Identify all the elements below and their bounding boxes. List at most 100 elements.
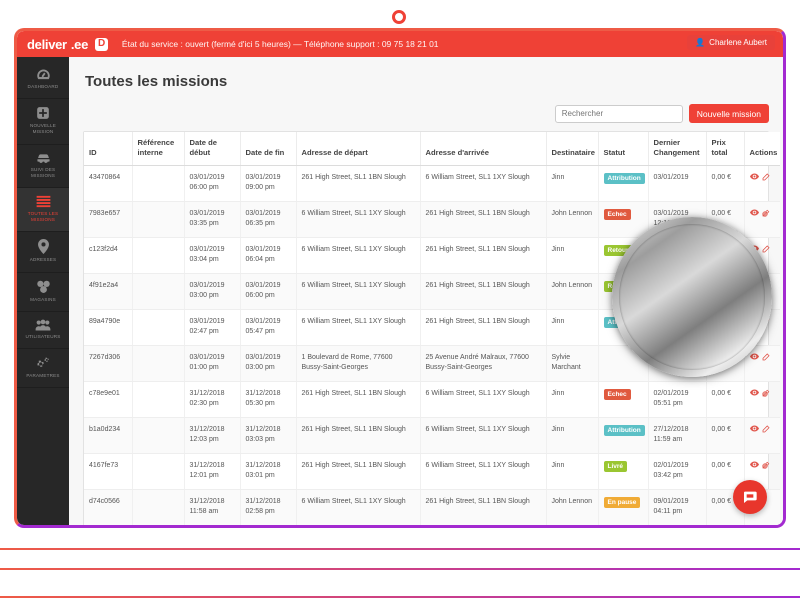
cell-price: 0,00 € [706,417,745,454]
cell-changed [648,345,707,382]
eye-icon[interactable] [749,353,759,365]
cell-price: 0,00 € [706,309,745,346]
eye-icon[interactable] [749,461,759,473]
cell-end: 03/01/2019 05:47 pm [240,309,297,346]
cell-dest: Jinn [546,309,599,346]
cancel-icon[interactable] [761,389,770,402]
cell-actions [744,237,780,274]
sidebar-item-toutes-les-missions[interactable]: TOUTES LES MISSIONS [17,187,69,233]
missions-table: ID Référence interne Date de début Date … [84,132,780,525]
brand-logo[interactable]: deliver .ee D [27,37,108,52]
cell-to: 6 William Street, SL1 1XY Slough [420,165,547,202]
eye-icon[interactable] [749,209,759,221]
page-title: Toutes les missions [85,73,228,90]
table-row[interactable]: b1a0d234 31/12/2018 12:03 pm 31/12/2018 03… [84,417,780,454]
cell-to: 6 William Street, SL1 1XY Slough [420,381,547,418]
cell-end: 31/12/2018 03:01 pm [240,453,297,490]
table-row[interactable]: 89a4790e 03/01/2019 02:47 pm 03/01/2019 05… [84,309,780,346]
col-actions: Actions [744,132,780,166]
col-ref[interactable]: Référence interne [132,132,185,166]
table-row[interactable]: c78e9e01 31/12/2018 02:30 pm 31/12/2018 05… [84,381,780,418]
eye-icon[interactable] [749,425,759,437]
eye-icon[interactable] [749,173,759,185]
sidebar-item-adresses[interactable]: ADRESSES [17,232,69,273]
table-row[interactable]: 4167fe73 31/12/2018 12:01 pm 31/12/2018 03… [84,453,780,490]
sidebar-item-utilisateurs[interactable]: UTILISATEURS [17,312,69,349]
cancel-icon[interactable] [761,461,770,474]
sidebar-item-label: MAGASINS [30,296,56,302]
sidebar-item-nouvelle-mission[interactable]: NOUVELLE MISSION [17,99,69,145]
app-frame: deliver .ee D État du service : ouvert (f… [14,28,786,528]
search-input[interactable] [554,104,683,123]
cell-from: 1 Boulevard de Rome, 77600 Bussy-Saint-G… [296,345,421,382]
cell-from: 261 High Street, SL1 1BN Slough [296,453,421,490]
cancel-icon[interactable] [761,317,770,330]
eye-icon[interactable] [749,317,759,329]
cell-ref [132,309,185,346]
cell-id: b1a0d234 [84,417,133,454]
cell-ref [132,165,185,202]
cell-to: 261 High Street, SL1 1BN Slough [420,489,547,525]
edit-icon[interactable] [762,352,770,366]
col-status[interactable]: Statut [598,132,649,166]
cell-price: 100,80 € [706,345,745,382]
cell-to: 25 Avenue André Malraux, 77600 Bussy-Sai… [420,345,547,382]
row-actions [749,209,776,222]
gears-icon [35,356,51,370]
table-row[interactable]: 43470864 03/01/2019 06:00 pm 03/01/2019 09… [84,165,780,202]
eye-icon[interactable] [749,389,759,401]
status-badge: Attribution [603,424,645,437]
table-row[interactable]: 7267d306 03/01/2019 01:00 pm 03/01/2019 03… [84,345,780,382]
col-dest[interactable]: Destinataire [546,132,599,166]
table-row[interactable]: d74c0566 31/12/2018 11:58 am 31/12/2018 02… [84,489,780,525]
brand-suffix: .ee [70,36,88,52]
sidebar-item-dashboard[interactable]: DASHBOARD [17,61,69,100]
eye-icon[interactable] [749,245,759,257]
cell-status: Attribution [598,309,649,346]
edit-icon[interactable] [762,172,770,186]
col-end[interactable]: Date de fin [240,132,297,166]
col-start[interactable]: Date de début [184,132,241,166]
brand-mark-icon: D [95,37,108,51]
sidebar-item-magasins[interactable]: MAGASINS [17,273,69,312]
status-badge: En pause [603,496,641,509]
user-menu[interactable]: 👤 Charlene Aubert [687,35,775,50]
edit-icon[interactable] [762,424,770,438]
col-id[interactable]: ID [84,132,133,166]
new-mission-button[interactable]: Nouvelle mission [688,104,769,123]
col-from[interactable]: Adresse de départ [296,132,421,166]
sidebar-nav: DASHBOARD NOUVELLE MISSION SUIVI DES MIS… [17,57,69,525]
row-actions [749,172,776,186]
col-price[interactable]: Prix total [706,132,745,166]
table-row[interactable]: 4f91e2a4 03/01/2019 03:00 pm 03/01/2019 06… [84,273,780,310]
screenshot-root: deliver .ee D État du service : ouvert (f… [0,0,800,600]
cell-from: 6 William Street, SL1 1XY Slough [296,237,421,274]
cell-changed: 27/12/2018 11:59 am [648,417,707,454]
sidebar-item-parametres[interactable]: PARAMETRES [17,349,69,389]
chat-bubble-icon[interactable] [733,480,767,514]
cell-from: 6 William Street, SL1 1XY Slough [296,309,421,346]
col-changed[interactable]: Dernier Changement [648,132,707,166]
cell-status: Livré [598,453,649,490]
cell-end: 31/12/2018 02:58 pm [240,489,297,525]
eye-icon[interactable] [749,281,759,293]
cell-status: Retourné [598,273,649,310]
table-row[interactable]: c123f2d4 03/01/2019 03:04 pm 03/01/2019 06… [84,237,780,274]
cell-id: 7267d306 [84,345,133,382]
plus-square-icon [36,106,50,120]
decorative-line-3 [0,596,800,598]
cell-actions [744,309,780,346]
col-to[interactable]: Adresse d'arrivée [420,132,547,166]
cell-id: 43470864 [84,165,133,202]
cancel-icon[interactable] [761,209,770,222]
table-row[interactable]: 7983e657 03/01/2019 03:35 pm 03/01/2019 06… [84,201,780,238]
cancel-icon[interactable] [761,281,770,294]
sidebar-item-label: PARAMETRES [26,372,60,378]
row-actions [749,352,776,366]
edit-icon[interactable] [762,244,770,258]
sidebar-item-suivi-des-missions[interactable]: SUIVI DES MISSIONS [17,145,69,188]
users-icon [35,319,51,331]
cell-dest: John Lennon [546,489,599,525]
cell-status: Attribution [598,165,649,202]
cell-dest: John Lennon [546,273,599,310]
